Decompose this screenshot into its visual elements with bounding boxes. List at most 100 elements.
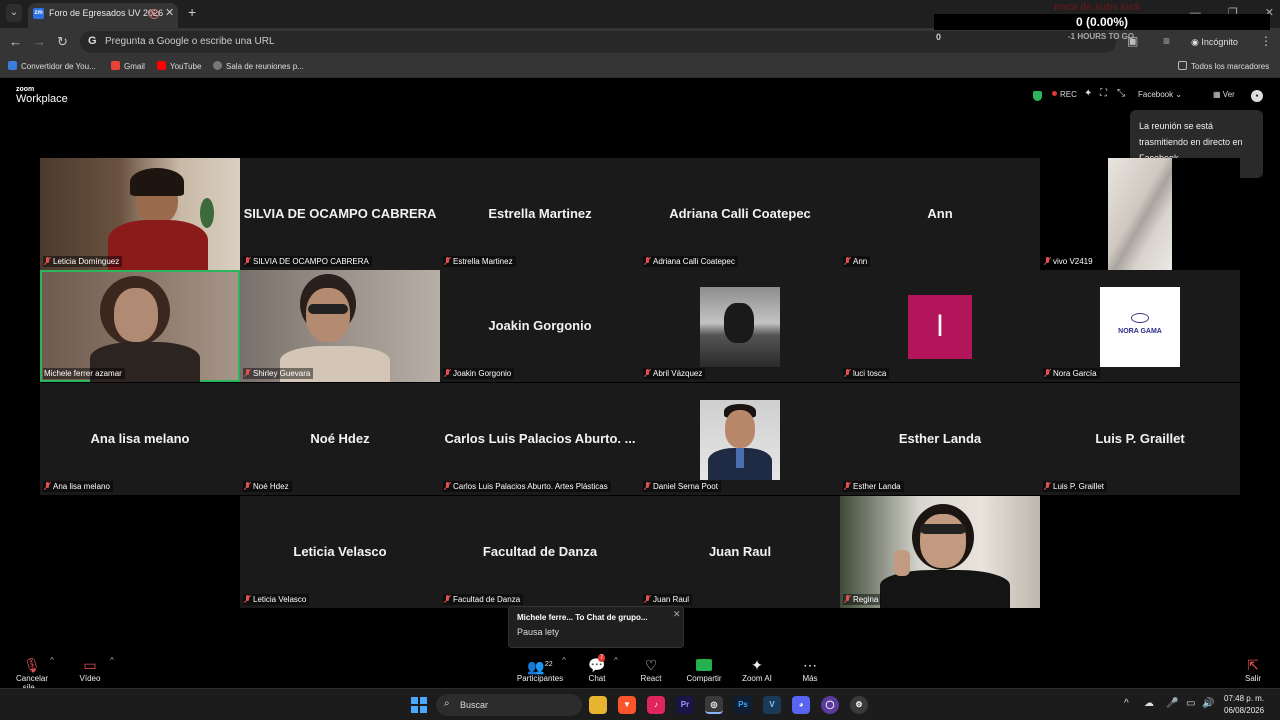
ai-companion-icon[interactable]: ✦ xyxy=(1084,88,1092,99)
back-icon[interactable]: ← xyxy=(9,34,22,49)
reading-list-icon[interactable]: ≡ xyxy=(1163,34,1170,48)
tab-close-icon[interactable]: ✕ xyxy=(165,6,174,19)
livestream-facebook-button[interactable]: Facebook ⌄ xyxy=(1138,90,1182,99)
bookmark-convertidor[interactable]: Convertidor de You... xyxy=(8,61,96,71)
close-icon[interactable]: ✕ xyxy=(673,609,681,620)
incognito-button[interactable]: ◉ Incógnito xyxy=(1183,33,1246,51)
photoshop-icon[interactable]: Ps xyxy=(734,696,752,714)
participant-name: Leticia Domínguez xyxy=(43,256,123,267)
tiktok-icon[interactable]: ♪ xyxy=(647,696,665,714)
leave-button[interactable]: ⇱ Salir xyxy=(1242,656,1264,683)
participant-tile[interactable]: Leticia Velasco Leticia Velasco xyxy=(240,496,440,608)
participant-tile[interactable]: Estrella Martinez Estrella Martinez xyxy=(440,158,640,270)
participant-display-name: Juan Raul xyxy=(708,544,772,559)
participant-tile[interactable]: Juan Raul Juan Raul xyxy=(640,496,840,608)
participant-display-name: Ann xyxy=(927,206,953,221)
browser-menu-icon[interactable]: ⋮ xyxy=(1260,34,1272,48)
bookmark-gmail[interactable]: Gmail xyxy=(111,61,145,71)
signal-icon[interactable]: ⤡ xyxy=(1117,88,1125,99)
bookmark-youtube[interactable]: YouTube xyxy=(157,61,201,71)
chevron-up-icon[interactable]: ^ xyxy=(614,656,618,665)
chrome-icon[interactable]: ◎ xyxy=(705,696,723,714)
participant-tile[interactable]: NORA GAMA Nora García xyxy=(1040,270,1240,382)
browser-tab[interactable]: zm Foro de Egresados UV 2026 ✕ xyxy=(28,3,178,28)
tray-app-icon[interactable]: ☁ xyxy=(1144,698,1154,709)
participant-initial-avatar: l xyxy=(908,295,972,359)
system-clock[interactable]: 07:48 p. m. 06/08/2026 xyxy=(1224,693,1264,717)
chevron-up-icon[interactable]: ^ xyxy=(50,656,54,665)
participant-name: Ann xyxy=(843,256,871,267)
focus-icon[interactable]: ⛶ xyxy=(1100,88,1107,99)
participant-tile[interactable]: Daniel Serna Poot xyxy=(640,383,840,495)
all-bookmarks[interactable]: Todos los marcadores xyxy=(1178,61,1269,71)
recording-indicator-icon xyxy=(149,9,159,19)
muted-mic-icon xyxy=(644,369,651,377)
muted-mic-icon xyxy=(244,595,251,603)
vegas-icon[interactable]: V xyxy=(763,696,781,714)
participants-button[interactable]: 👥22 ^ Participantes xyxy=(514,656,566,683)
obs-icon[interactable]: ◯ xyxy=(821,696,839,714)
share-screen-button[interactable]: Compartir xyxy=(684,656,724,683)
tray-chevron-icon[interactable]: ^ xyxy=(1124,698,1129,709)
leave-icon: ⇱ xyxy=(1247,657,1259,673)
zoom-logo: Workplace xyxy=(16,93,68,105)
rec-dot-icon xyxy=(1052,91,1057,96)
participant-tile[interactable]: Luis P. Graillet Luis P. Graillet xyxy=(1040,383,1240,495)
participant-tile[interactable]: Shirley Guevara xyxy=(240,270,440,382)
forward-icon[interactable]: → xyxy=(33,34,46,49)
chevron-up-icon[interactable]: ^ xyxy=(562,656,566,665)
chevron-up-icon[interactable]: ^ xyxy=(110,656,114,665)
participant-tile[interactable]: SILVIA DE OCAMPO CABRERA SILVIA DE OCAMP… xyxy=(240,158,440,270)
zoom-ai-button[interactable]: ✦ Zoom AI xyxy=(740,656,774,683)
tab-search-menu-icon[interactable]: ⌄ xyxy=(6,4,22,22)
participant-tile[interactable]: Facultad de Danza Facultad de Danza xyxy=(440,496,640,608)
bookmark-favicon-icon xyxy=(8,61,17,70)
participant-tile[interactable]: Michele ferrer azamar xyxy=(40,270,240,382)
tab-title: Foro de Egresados UV 2026 xyxy=(49,8,164,18)
security-shield-icon[interactable] xyxy=(1033,91,1042,101)
participant-tile[interactable]: Regina xyxy=(840,496,1040,608)
view-button[interactable]: ▦ Ver xyxy=(1213,90,1235,99)
reload-icon[interactable]: ↻ xyxy=(57,34,68,50)
overlay-goal-label: meta de subs kick xyxy=(1054,2,1141,13)
unmute-button[interactable]: 🎙 ^ Cancelar sile... xyxy=(6,656,58,692)
volume-icon[interactable]: 🔊 xyxy=(1202,698,1214,709)
video-button[interactable]: ▭ ^ Vídeo xyxy=(72,656,114,683)
participant-tile[interactable]: vivo V2419 xyxy=(1040,158,1240,270)
discord-icon[interactable]: ◕ xyxy=(792,696,810,714)
new-tab-icon[interactable]: + xyxy=(188,4,196,20)
brave-icon[interactable]: ▼ xyxy=(618,696,636,714)
participant-display-name: Joakin Gorgonio xyxy=(488,318,592,333)
network-icon[interactable]: ▭ xyxy=(1186,698,1195,709)
participant-tile[interactable]: Leticia Domínguez xyxy=(40,158,240,270)
participant-tile[interactable]: Carlos Luis Palacios Aburto. ... Carlos … xyxy=(440,383,640,495)
chat-notification[interactable]: Michele ferre... To Chat de grupo... Pau… xyxy=(508,606,684,648)
settings-icon[interactable]: ⚙ xyxy=(850,696,868,714)
participant-tile[interactable]: Noé Hdez Noé Hdez xyxy=(240,383,440,495)
muted-mic-icon xyxy=(844,595,851,603)
windows-start-icon[interactable] xyxy=(411,697,427,713)
chat-button[interactable]: 💬 7 ^ Chat xyxy=(584,654,618,683)
participant-tile[interactable]: Adriana Calli Coatepec Adriana Calli Coa… xyxy=(640,158,840,270)
participant-photo xyxy=(700,400,780,480)
avatar[interactable]: ● xyxy=(1251,90,1263,102)
participant-display-name: SILVIA DE OCAMPO CABRERA xyxy=(243,206,437,221)
file-explorer-icon[interactable] xyxy=(589,696,607,714)
participant-tile[interactable]: l luci tosca xyxy=(840,270,1040,382)
react-button[interactable]: ♡ React xyxy=(638,656,664,683)
participant-tile[interactable]: Joakin Gorgonio Joakin Gorgonio xyxy=(440,270,640,382)
microphone-icon[interactable]: 🎤 xyxy=(1166,698,1178,709)
participant-tile[interactable]: Abril Vázquez xyxy=(640,270,840,382)
participant-name: Esther Landa xyxy=(843,481,904,492)
participant-tile[interactable]: Esther Landa Esther Landa xyxy=(840,383,1040,495)
taskbar-search[interactable]: ⌕ Buscar xyxy=(436,694,582,716)
zoom-favicon-icon: zm xyxy=(33,8,44,19)
participant-tile[interactable]: Ann Ann xyxy=(840,158,1040,270)
premiere-icon[interactable]: Pr xyxy=(676,696,694,714)
recording-status[interactable]: REC xyxy=(1052,90,1077,99)
address-bar[interactable]: G Pregunta a Google o escribe una URL xyxy=(80,31,1116,53)
more-button[interactable]: ⋯ Más xyxy=(798,656,822,683)
participant-tile[interactable]: Ana lisa melano Ana lisa melano xyxy=(40,383,240,495)
bookmark-sala[interactable]: Sala de reuniones p... xyxy=(213,61,304,71)
participant-name: Regina xyxy=(843,594,882,605)
